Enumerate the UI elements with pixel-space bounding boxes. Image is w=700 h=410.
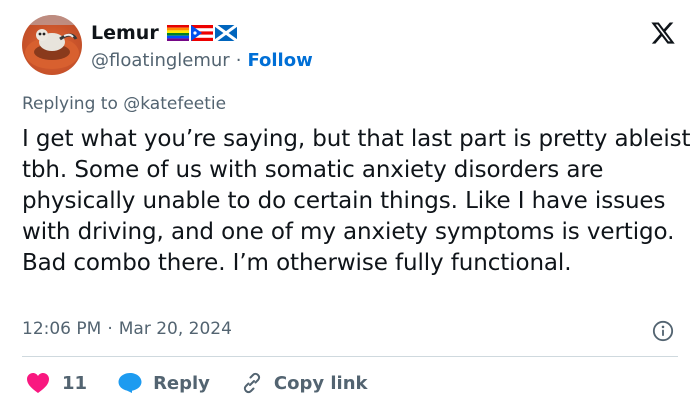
link-icon	[243, 372, 261, 394]
reply-bubble-icon	[118, 373, 142, 393]
puerto-rico-flag-icon	[190, 25, 213, 41]
copy-link-label: Copy link	[273, 372, 368, 394]
timestamp-separator: ·	[107, 319, 113, 339]
separator-dot: ·	[235, 49, 242, 71]
tweet-time: 12:06 PM	[22, 319, 102, 339]
handle-row: @floatinglemur · Follow	[91, 48, 313, 72]
action-bar: 11 Reply Copy link	[22, 369, 368, 397]
avatar[interactable]	[22, 15, 82, 75]
copy-link-button[interactable]: Copy link	[240, 371, 368, 395]
scotland-flag-icon	[214, 25, 237, 41]
like-count: 11	[62, 372, 88, 394]
flag-badges	[166, 25, 237, 41]
name-row: Lemur	[91, 21, 237, 45]
like-button[interactable]: 11	[26, 372, 87, 394]
tweet-card: Lemur @floatinglemur · Follow Replying t…	[0, 0, 700, 410]
replying-to-mention[interactable]: @katefeetie	[123, 94, 226, 114]
lemur-avatar-icon	[22, 15, 82, 69]
follow-button[interactable]: Follow	[247, 50, 312, 71]
display-name[interactable]: Lemur	[91, 22, 159, 44]
rainbow-flag-icon	[166, 25, 189, 41]
replying-to-prefix: Replying to	[22, 94, 124, 114]
reply-label: Reply	[153, 372, 210, 394]
replying-to: Replying to @katefeetie	[22, 94, 226, 114]
tweet-date: Mar 20, 2024	[118, 319, 232, 339]
user-handle[interactable]: @floatinglemur	[91, 50, 230, 71]
divider	[22, 356, 678, 357]
heart-icon	[27, 373, 49, 393]
timestamp[interactable]: 12:06 PM · Mar 20, 2024	[22, 319, 232, 339]
reply-button[interactable]: Reply	[117, 372, 210, 394]
tweet-text: I get what you’re saying, but that last …	[22, 126, 691, 276]
x-logo-icon[interactable]	[650, 20, 676, 46]
info-icon[interactable]	[652, 320, 674, 342]
